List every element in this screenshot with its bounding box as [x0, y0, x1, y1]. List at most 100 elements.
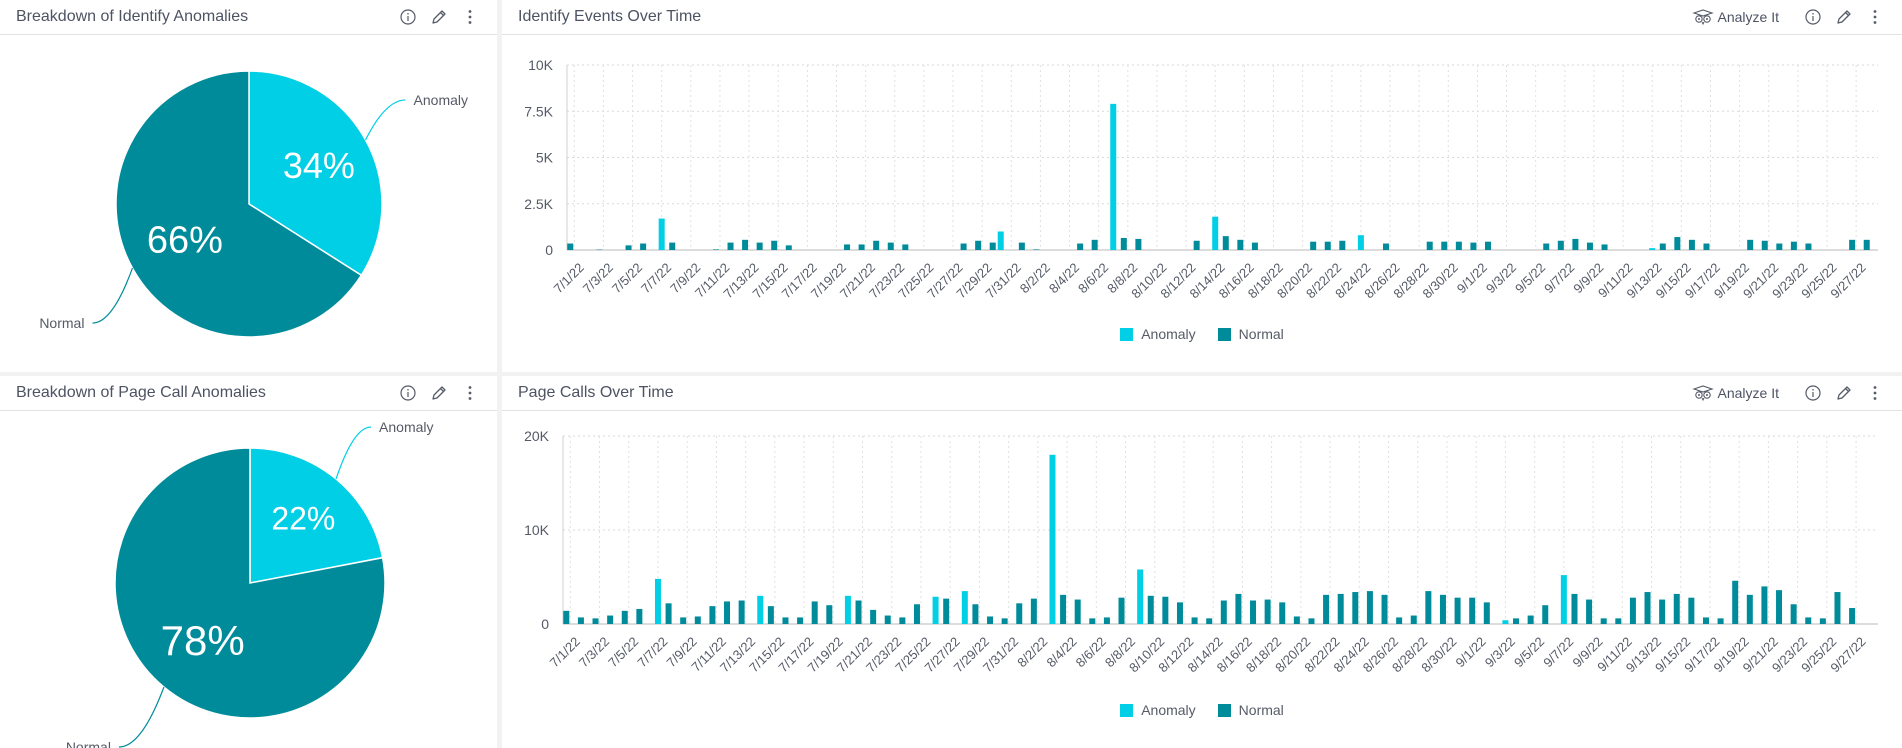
- bar-normal[interactable]: [844, 244, 851, 250]
- bar-normal[interactable]: [1077, 243, 1084, 250]
- bar-normal[interactable]: [1527, 615, 1534, 624]
- more-options-icon[interactable]: [1859, 381, 1890, 405]
- bar-normal[interactable]: [1135, 238, 1142, 250]
- bar-normal[interactable]: [1469, 597, 1476, 624]
- bar-normal[interactable]: [1396, 617, 1403, 624]
- bar-normal[interactable]: [1324, 241, 1331, 250]
- bar-normal[interactable]: [858, 244, 865, 250]
- bar-normal[interactable]: [1688, 239, 1695, 250]
- bar-normal[interactable]: [975, 240, 982, 250]
- bar-normal[interactable]: [1674, 237, 1681, 250]
- bar-normal[interactable]: [972, 604, 979, 624]
- bar-normal[interactable]: [669, 242, 676, 250]
- analyze-it-button[interactable]: Analyze It: [1691, 9, 1779, 25]
- legend-item-anomaly[interactable]: Anomaly: [1120, 702, 1196, 718]
- bar-normal[interactable]: [563, 610, 570, 624]
- bar-normal[interactable]: [960, 243, 967, 250]
- bar-normal[interactable]: [785, 245, 792, 250]
- bar-normal[interactable]: [1454, 597, 1461, 624]
- info-icon[interactable]: [392, 5, 423, 29]
- more-options-icon[interactable]: [454, 5, 485, 29]
- info-icon[interactable]: [392, 381, 423, 405]
- bar-normal[interactable]: [797, 617, 804, 624]
- bar-normal[interactable]: [1455, 241, 1462, 250]
- bar-normal[interactable]: [625, 245, 632, 250]
- bar-normal[interactable]: [855, 600, 862, 625]
- bar-anomaly[interactable]: [654, 578, 661, 624]
- bar-normal[interactable]: [913, 604, 920, 624]
- bar-normal[interactable]: [1761, 240, 1768, 250]
- bar-anomaly[interactable]: [844, 595, 851, 624]
- bar-anomaly[interactable]: [1110, 103, 1117, 250]
- bar-normal[interactable]: [756, 242, 763, 250]
- bar-normal[interactable]: [826, 605, 833, 624]
- bar-normal[interactable]: [1586, 242, 1593, 250]
- bar-normal[interactable]: [1484, 241, 1491, 250]
- info-icon[interactable]: [1797, 5, 1828, 29]
- bar-normal[interactable]: [1016, 603, 1023, 624]
- bar-normal[interactable]: [1118, 597, 1125, 624]
- bar-normal[interactable]: [1600, 618, 1607, 624]
- bar-normal[interactable]: [1615, 618, 1622, 624]
- bar-normal[interactable]: [943, 598, 950, 624]
- bar-normal[interactable]: [1060, 594, 1067, 624]
- bar-normal[interactable]: [1717, 618, 1724, 624]
- bar-normal[interactable]: [1337, 593, 1344, 624]
- bar-normal[interactable]: [1776, 243, 1783, 250]
- info-icon[interactable]: [1797, 381, 1828, 405]
- bar-normal[interactable]: [1147, 595, 1154, 624]
- bar-anomaly[interactable]: [1212, 216, 1219, 250]
- bar-anomaly[interactable]: [1649, 248, 1656, 250]
- bar-normal[interactable]: [1339, 240, 1346, 250]
- bar-normal[interactable]: [1673, 593, 1680, 624]
- bar-normal[interactable]: [1571, 593, 1578, 624]
- bar-anomaly[interactable]: [757, 595, 764, 624]
- bar-anomaly[interactable]: [658, 218, 665, 250]
- bar-normal[interactable]: [1746, 594, 1753, 624]
- bar-normal[interactable]: [1191, 617, 1198, 624]
- bar-normal[interactable]: [1703, 243, 1710, 250]
- bar-anomaly[interactable]: [1357, 235, 1364, 250]
- bar-normal[interactable]: [1834, 592, 1841, 624]
- bar-normal[interactable]: [1176, 602, 1183, 624]
- bar-normal[interactable]: [1849, 239, 1856, 250]
- bar-normal[interactable]: [1805, 617, 1812, 624]
- bar-normal[interactable]: [567, 243, 574, 250]
- bar-normal[interactable]: [742, 239, 749, 250]
- bar-normal[interactable]: [1250, 600, 1257, 625]
- bar-normal[interactable]: [1513, 618, 1520, 624]
- analyze-it-button[interactable]: Analyze It: [1691, 385, 1779, 401]
- bar-normal[interactable]: [987, 616, 994, 624]
- bar-normal[interactable]: [1586, 599, 1593, 624]
- bar-normal[interactable]: [1074, 599, 1081, 624]
- bar-normal[interactable]: [1702, 617, 1709, 624]
- bar-normal[interactable]: [1543, 243, 1550, 250]
- bar-normal[interactable]: [1849, 608, 1856, 624]
- bar-normal[interactable]: [1819, 618, 1826, 624]
- bar-normal[interactable]: [1264, 599, 1271, 624]
- bar-normal[interactable]: [1366, 591, 1373, 624]
- bar-normal[interactable]: [767, 606, 774, 624]
- legend-item-normal[interactable]: Normal: [1217, 702, 1284, 718]
- bar-normal[interactable]: [1572, 238, 1579, 250]
- bar-normal[interactable]: [1030, 598, 1037, 624]
- bar-normal[interactable]: [1557, 240, 1564, 250]
- bar-anomaly[interactable]: [1502, 620, 1509, 624]
- bar-normal[interactable]: [1644, 592, 1651, 624]
- bar-normal[interactable]: [1162, 596, 1169, 624]
- bar-normal[interactable]: [1091, 239, 1098, 250]
- bar-normal[interactable]: [1439, 594, 1446, 624]
- bar-anomaly[interactable]: [932, 596, 939, 624]
- bar-normal[interactable]: [782, 617, 789, 624]
- bar-anomaly[interactable]: [1049, 454, 1056, 624]
- bar-normal[interactable]: [1279, 602, 1286, 624]
- bar-normal[interactable]: [884, 615, 891, 624]
- bar-normal[interactable]: [1293, 616, 1300, 624]
- bar-normal[interactable]: [694, 616, 701, 624]
- bar-normal[interactable]: [665, 603, 672, 624]
- more-options-icon[interactable]: [1859, 5, 1890, 29]
- bar-normal[interactable]: [1732, 580, 1739, 624]
- bar-anomaly[interactable]: [1560, 575, 1567, 624]
- bar-normal[interactable]: [724, 601, 731, 624]
- bar-normal[interactable]: [1659, 599, 1666, 624]
